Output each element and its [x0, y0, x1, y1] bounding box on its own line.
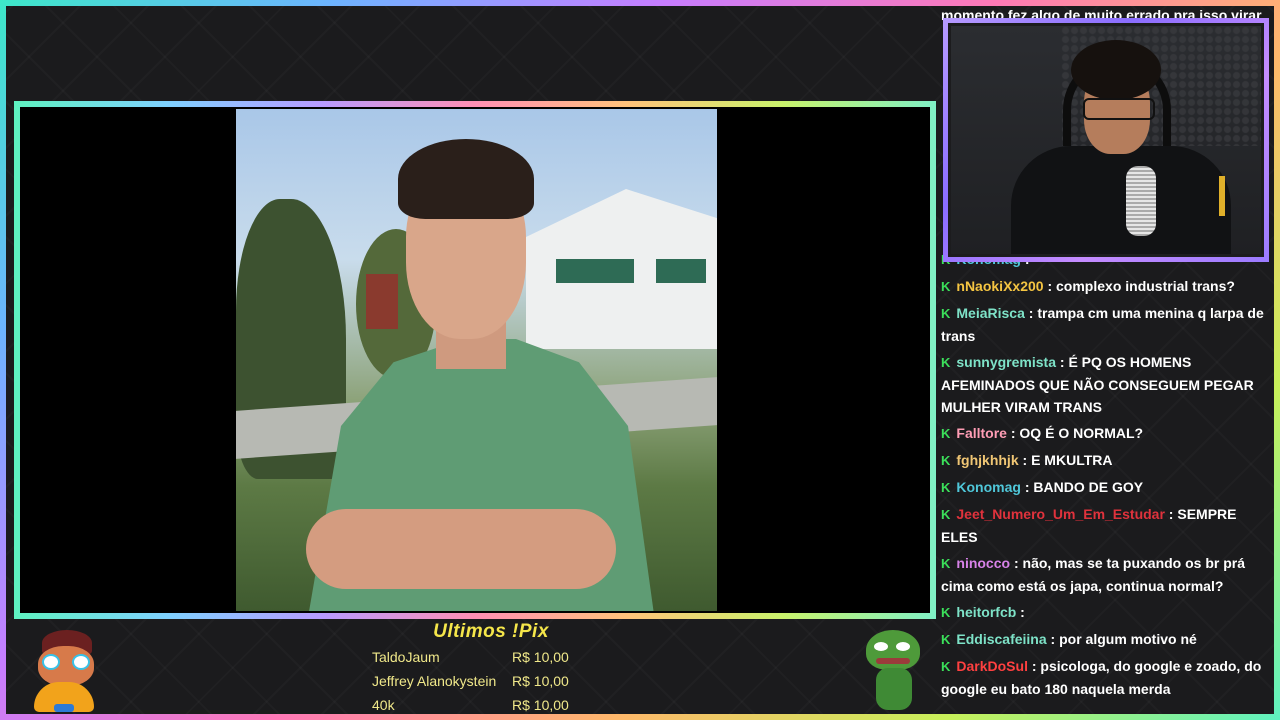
photo-person-hair	[398, 139, 534, 219]
streamer-body	[1011, 146, 1231, 254]
chat-username[interactable]: ninocco	[956, 555, 1010, 571]
mod-badge-icon: K	[941, 605, 951, 620]
chat-username[interactable]: Konomag	[956, 479, 1021, 495]
streamer-hair	[1071, 40, 1161, 100]
pix-amount: R$ 10,00	[512, 697, 569, 713]
chat-separator: :	[1043, 278, 1057, 294]
chat-username[interactable]: heitorfcb	[956, 604, 1016, 620]
chat-message: Kfghjkhhjk : E MKULTRA	[941, 449, 1266, 472]
mod-badge-icon: K	[941, 306, 951, 321]
chat-username[interactable]: MeiaRisca	[956, 305, 1024, 321]
video-player-frame	[14, 101, 936, 619]
chat-separator: :	[1027, 658, 1041, 674]
chat-message: Kninocco : não, mas se ta puxando os br …	[941, 552, 1266, 597]
lamp	[1219, 176, 1225, 216]
chat-separator: :	[1020, 479, 1034, 495]
chat-message: KnNaokiXx200 : complexo industrial trans…	[941, 275, 1266, 298]
photo-red-house	[366, 274, 398, 329]
chat-separator: :	[1006, 425, 1020, 441]
pepe-frog-icon	[866, 630, 922, 710]
mod-badge-icon: K	[941, 507, 951, 522]
mod-badge-icon: K	[941, 632, 951, 647]
chat-message-text: OQ É O NORMAL?	[1019, 425, 1144, 441]
chat-message-list: K Konomag : KnNaokiXx200 : complexo indus…	[941, 248, 1266, 704]
chat-username[interactable]: fghjkhhjk	[956, 452, 1018, 468]
glasses	[1083, 98, 1155, 120]
webcam-frame	[943, 18, 1269, 262]
chat-message: K Falltore : OQ É O NORMAL?	[941, 422, 1266, 445]
microphone-icon	[1126, 166, 1156, 236]
chat-username[interactable]: Jeet_Numero_Um_Em_Estudar	[956, 506, 1165, 522]
pix-donor-name: 40k	[372, 697, 395, 713]
pix-amount: R$ 10,00	[512, 649, 569, 665]
chat-message-text: BANDO DE GOY	[1033, 479, 1144, 495]
pix-row: Jeffrey Alanokystein R$ 10,00	[372, 669, 592, 693]
pix-donor-name: Jeffrey Alanokystein	[372, 673, 497, 689]
mascot-character-icon	[28, 628, 103, 712]
video-player[interactable]	[20, 107, 930, 613]
chat-message: Kheitorfcb :	[941, 601, 1266, 624]
pix-row: TaldoJaum R$ 10,00	[372, 645, 592, 669]
chat-username[interactable]: DarkDoSul	[956, 658, 1028, 674]
mod-badge-icon: K	[941, 556, 951, 571]
chat-separator: :	[1164, 506, 1178, 522]
chat-username[interactable]: nNaokiXx200	[956, 278, 1043, 294]
mod-badge-icon: K	[941, 355, 951, 370]
pix-amount: R$ 10,00	[512, 673, 569, 689]
pix-list: TaldoJaum R$ 10,00 Jeffrey Alanokystein …	[372, 645, 592, 717]
chat-separator: :	[1055, 354, 1069, 370]
photo-awning	[656, 259, 706, 283]
mod-badge-icon: K	[941, 279, 951, 294]
chat-separator: :	[1016, 604, 1025, 620]
chat-message: K Jeet_Numero_Um_Em_Estudar : SEMPRE ELES	[941, 503, 1266, 548]
pix-donor-name: TaldoJaum	[372, 649, 440, 665]
chat-message-text: por algum motivo né	[1059, 631, 1197, 647]
pix-title: Ultimos !Pix	[433, 621, 549, 642]
chat-separator: :	[1024, 305, 1038, 321]
photo-person-arms	[306, 509, 616, 589]
pix-row: 40k R$ 10,00	[372, 693, 592, 717]
chat-username[interactable]: sunnygremista	[956, 354, 1056, 370]
chat-separator: :	[1046, 631, 1060, 647]
chat-message-text: E MKULTRA	[1031, 452, 1113, 468]
chat-message: K DarkDoSul : psicologa, do google e zoad…	[941, 655, 1266, 700]
chat-username[interactable]: Eddiscafeiina	[956, 631, 1046, 647]
chat-separator: :	[1010, 555, 1023, 571]
chat-separator: :	[1018, 452, 1032, 468]
chat-message-text: complexo industrial trans?	[1056, 278, 1235, 294]
mod-badge-icon: K	[941, 426, 951, 441]
mod-badge-icon: K	[941, 659, 951, 674]
video-photo	[236, 109, 717, 611]
webcam-feed	[951, 26, 1261, 254]
chat-message: K Eddiscafeiina : por algum motivo né	[941, 628, 1266, 651]
chat-message: K MeiaRisca : trampa cm uma menina q larp…	[941, 302, 1266, 347]
chat-username[interactable]: Falltore	[956, 425, 1007, 441]
chat-message: Ksunnygremista : É PQ OS HOMENS AFEMINAD…	[941, 351, 1266, 418]
photo-awning	[556, 259, 634, 283]
mod-badge-icon: K	[941, 480, 951, 495]
chat-message: K Konomag : BANDO DE GOY	[941, 476, 1266, 499]
mod-badge-icon: K	[941, 453, 951, 468]
